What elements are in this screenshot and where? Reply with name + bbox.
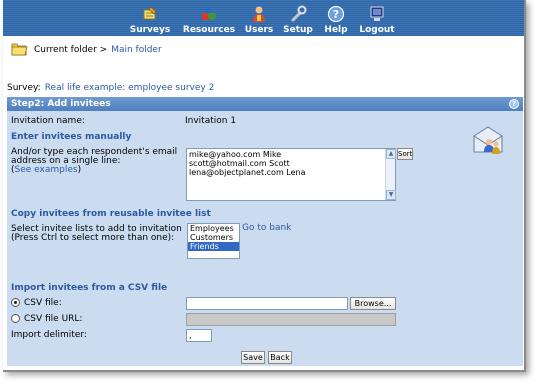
csv-file-input[interactable] [186,297,348,310]
csv-file-label: CSV file: [24,298,62,308]
logout-icon [367,4,387,24]
wrench-icon [288,4,308,24]
breadcrumb: Current folder > Main folder [11,41,162,59]
svg-text:?: ? [333,8,339,21]
csv-section-heading: Import invitees from a CSV file [11,283,168,293]
top-navigation-bar: Surveys Resources Users Setup ? Help Log… [3,0,524,36]
envelope-users-icon [472,124,506,159]
csv-url-input[interactable] [186,313,396,326]
import-delimiter-input[interactable]: , [186,329,212,342]
examples-line: (See examples) [11,165,82,175]
nav-item-setup[interactable]: Setup [283,0,313,36]
invitees-textarea[interactable] [186,148,396,201]
nav-label: Resources [182,25,236,35]
add-invitees-panel: Step2: Add invitees ? Invitation name: I… [7,97,523,366]
csv-url-label: CSV file URL: [24,314,83,324]
nav-item-logout[interactable]: Logout [359,0,395,36]
app-window: Surveys Resources Users Setup ? Help Log… [3,0,526,372]
manual-section-heading: Enter invitees manually [11,132,132,142]
survey-label: Survey: [7,83,41,93]
go-to-bank-link[interactable]: Go to bank [242,223,291,233]
see-examples-link[interactable]: See examples [15,165,78,175]
panel-help-icon[interactable]: ? [509,99,519,109]
nav-label: Users [244,25,274,35]
help-icon: ? [326,4,346,24]
back-button[interactable]: Back [268,351,292,364]
shapes-icon [199,4,219,24]
sort-button[interactable]: Sort [397,148,413,160]
main-folder-link[interactable]: Main folder [111,45,161,55]
save-button[interactable]: Save [241,351,265,364]
pencil-icon [140,4,160,24]
import-delimiter-label: Import delimiter: [11,330,87,340]
panel-title: Step2: Add invitees [11,99,111,109]
current-folder-label: Current folder > [34,45,108,55]
nav-label: Help [324,25,348,35]
csv-file-radio[interactable] [11,298,20,307]
browse-button[interactable]: Browse... [350,297,396,310]
panel-header: Step2: Add invitees ? [7,97,523,111]
survey-name-link[interactable]: Real life example: employee survey 2 [45,83,215,93]
invitation-name-value: Invitation 1 [185,116,237,126]
survey-line: Survey: Real life example: employee surve… [7,83,214,93]
nav-label: Setup [283,25,313,35]
reusable-instructions-line2: (Press Ctrl to select more than one): [11,233,175,243]
nav-item-users[interactable]: Users [243,0,275,36]
folder-icon [11,41,28,59]
scroll-down-arrow[interactable]: ▼ [386,190,396,200]
list-option-employees[interactable]: Employees [188,224,239,233]
user-icon [249,4,269,24]
invitation-name-label: Invitation name: [11,116,85,126]
reusable-section-heading: Copy invitees from reusable invitee list [11,209,211,219]
textarea-scrollbar[interactable]: ▲ ▼ [385,149,396,200]
nav-item-resources[interactable]: Resources [183,0,235,36]
nav-label: Logout [359,25,395,35]
invitee-lists-select[interactable]: Employees Customers Friends [187,223,240,259]
scroll-up-arrow[interactable]: ▲ [386,149,396,159]
nav-label: Surveys [129,25,171,35]
list-option-friends[interactable]: Friends [188,242,239,251]
nav-item-help[interactable]: ? Help [322,0,350,36]
nav-item-surveys[interactable]: Surveys [130,0,170,36]
list-option-customers[interactable]: Customers [188,233,239,242]
csv-url-radio[interactable] [11,314,20,323]
